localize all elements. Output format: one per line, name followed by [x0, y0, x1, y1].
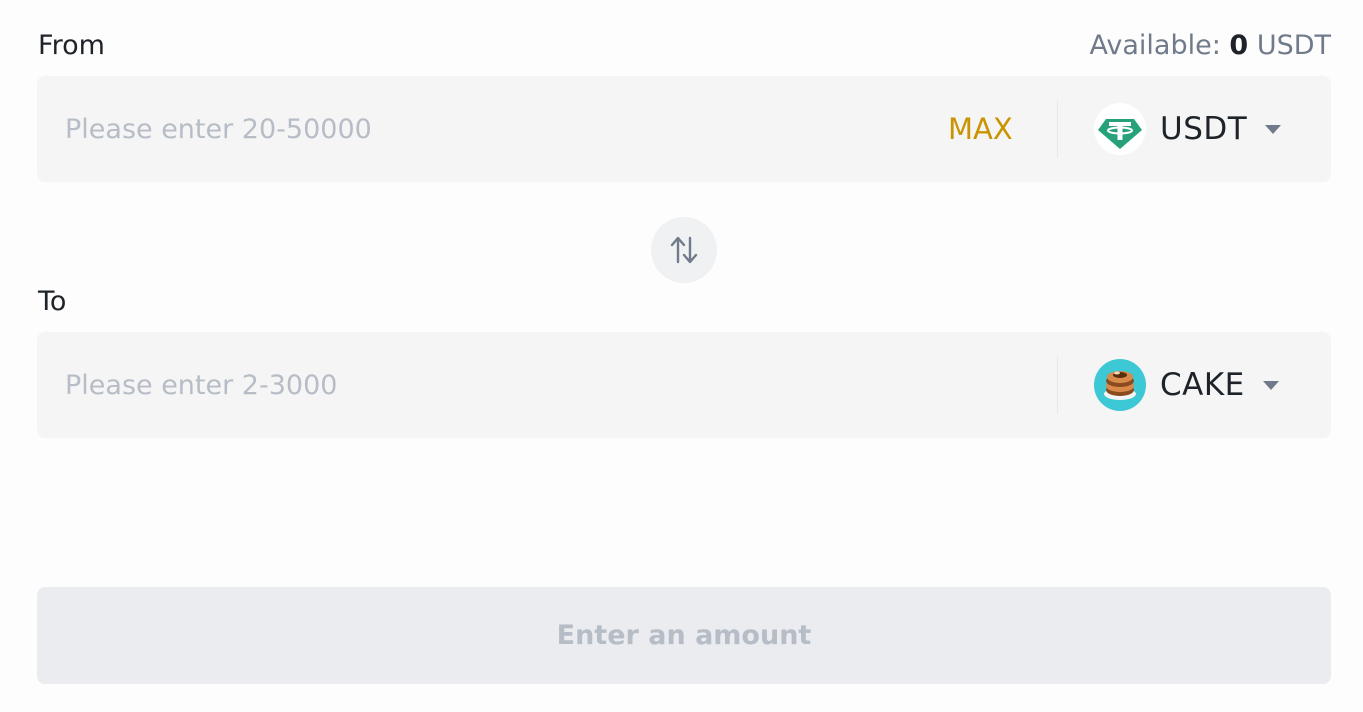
- max-button[interactable]: MAX: [948, 76, 1013, 182]
- tether-logo-icon: [1094, 103, 1146, 155]
- caret-down-icon: [1262, 380, 1279, 390]
- submit-button[interactable]: Enter an amount: [37, 587, 1331, 684]
- available-amount: 0: [1229, 30, 1249, 61]
- from-label: From: [38, 30, 105, 61]
- pancakeswap-logo-icon: [1094, 359, 1146, 411]
- from-field: MAX USDT: [37, 76, 1331, 182]
- to-field: CAKE: [37, 332, 1331, 438]
- to-token-name: CAKE: [1160, 367, 1245, 403]
- to-amount-input[interactable]: [65, 332, 885, 438]
- available-unit: USDT: [1256, 30, 1331, 61]
- to-label: To: [38, 286, 67, 317]
- swap-arrows-icon: [670, 236, 698, 264]
- field-divider: [1057, 100, 1058, 158]
- field-divider: [1057, 356, 1058, 414]
- from-amount-input[interactable]: [65, 76, 885, 182]
- from-token-name: USDT: [1160, 111, 1248, 147]
- convert-form: From Available: 0 USDT MAX USDT: [0, 0, 1363, 712]
- caret-down-icon: [1265, 124, 1282, 134]
- swap-button[interactable]: [651, 217, 717, 283]
- available-prefix: Available:: [1089, 30, 1221, 61]
- from-token-selector[interactable]: USDT: [1094, 76, 1314, 182]
- to-token-selector[interactable]: CAKE: [1094, 332, 1314, 438]
- available-balance: Available: 0 USDT: [1090, 30, 1331, 61]
